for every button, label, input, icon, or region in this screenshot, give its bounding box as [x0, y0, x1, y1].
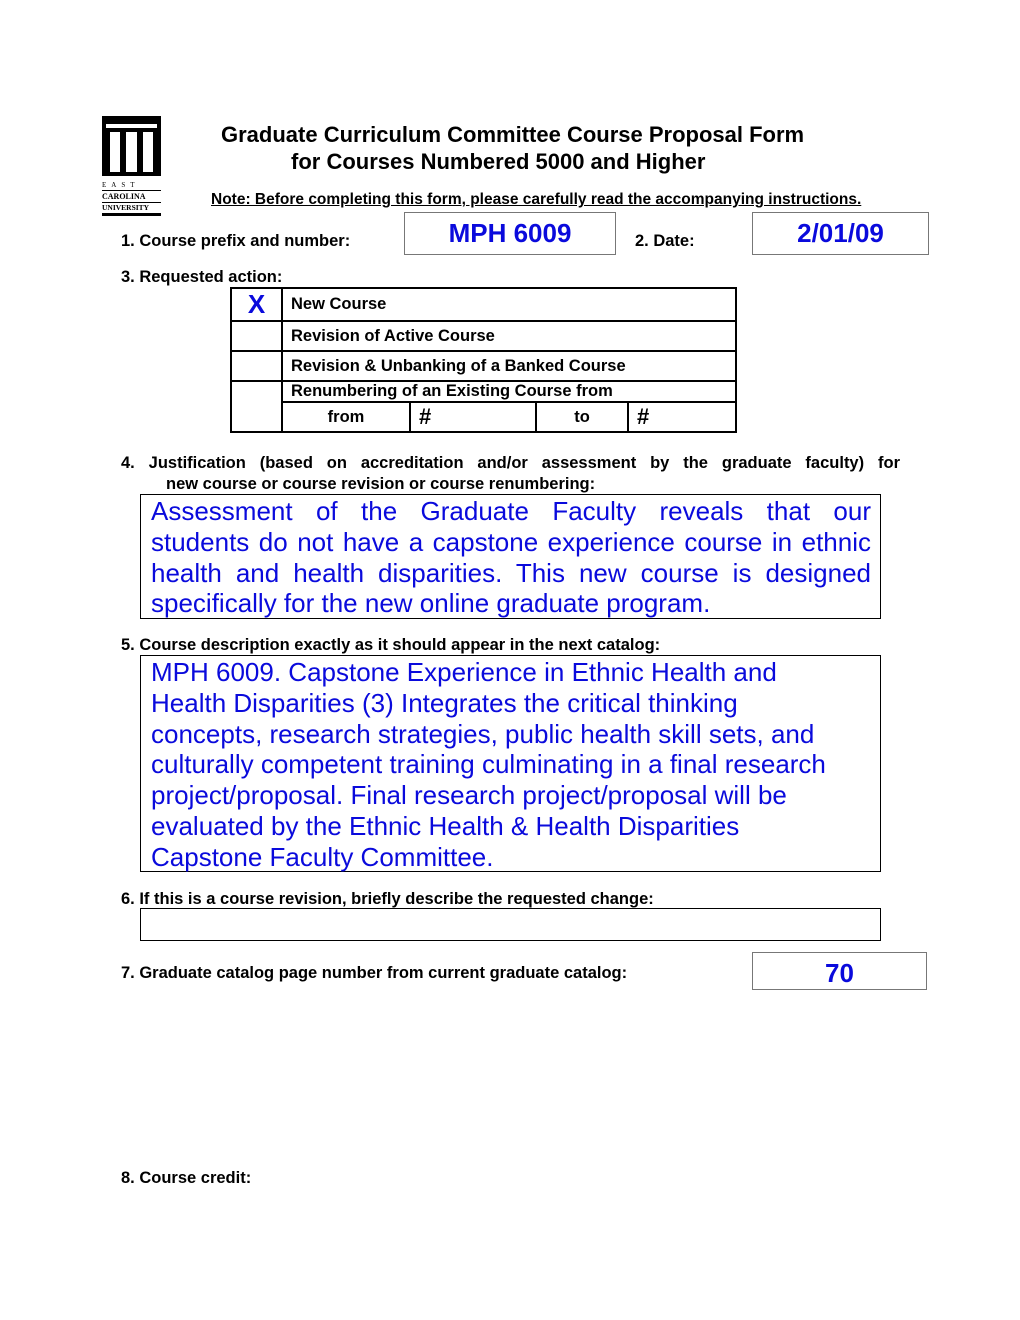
- course-description-label: 5. Course description exactly as it shou…: [121, 636, 661, 654]
- description-text-line: project/proposal. Final research project…: [151, 780, 787, 811]
- description-text-line: Capstone Faculty Committee.: [151, 841, 494, 872]
- revision-change-field[interactable]: [140, 908, 881, 941]
- ecu-logo-mark: [102, 116, 161, 176]
- to-label: to: [535, 401, 629, 433]
- date-label: 2. Date:: [635, 232, 695, 250]
- action-checkbox-revision[interactable]: [230, 320, 283, 352]
- from-label: from: [281, 401, 411, 433]
- action-checkbox-renumbering[interactable]: [230, 380, 283, 433]
- course-prefix-label: 1. Course prefix and number:: [121, 232, 351, 250]
- description-text-line: MPH 6009. Capstone Experience in Ethnic …: [151, 657, 777, 687]
- description-text-line: Health Disparities (3) Integrates the cr…: [151, 687, 738, 718]
- course-description-field[interactable]: MPH 6009. Capstone Experience in Ethnic …: [140, 655, 881, 872]
- justification-text-line: specifically for the new online graduate…: [151, 588, 711, 619]
- form-title: Graduate Curriculum Committee Course Pro…: [221, 122, 805, 147]
- action-checkbox-new-course[interactable]: X: [230, 287, 283, 322]
- to-number-field[interactable]: #: [627, 401, 737, 433]
- action-row-revision: Revision of Active Course: [230, 320, 737, 352]
- requested-action-label: 3. Requested action:: [121, 268, 283, 286]
- action-checkbox-unbanking[interactable]: [230, 350, 283, 382]
- action-label-unbanking: Revision & Unbanking of a Banked Course: [281, 350, 737, 382]
- description-text-line: concepts, research strategies, public he…: [151, 718, 815, 749]
- action-label-renumbering: Renumbering of an Existing Course from: [281, 380, 737, 403]
- action-label-new-course: New Course: [281, 287, 737, 322]
- action-row-new-course: X New Course: [230, 287, 737, 322]
- justification-label: 4. Justification (based on accreditation…: [121, 454, 900, 472]
- instructions-note[interactable]: Note: Before completing this form, pleas…: [211, 191, 861, 209]
- form-page: { "logo": {"text": "EAST CAROLINA UNIVER…: [0, 0, 1020, 1320]
- requested-action-table: X New Course Revision of Active Course R…: [230, 287, 737, 433]
- renumbering-row: from # to #: [231, 401, 737, 433]
- revision-change-label: 6. If this is a course revision, briefly…: [121, 890, 654, 908]
- catalog-page-field[interactable]: 70: [752, 952, 927, 990]
- justification-text-line: students do not have a capstone experien…: [151, 526, 871, 557]
- course-credit-label: 8. Course credit:: [121, 1169, 252, 1187]
- description-text-line: evaluated by the Ethnic Health & Health …: [151, 810, 740, 841]
- form-subtitle: for Courses Numbered 5000 and Higher: [291, 149, 706, 174]
- from-number-field[interactable]: #: [409, 401, 537, 433]
- justification-field[interactable]: Assessment of the Graduate Faculty revea…: [140, 494, 881, 619]
- action-row-unbanking: Revision & Unbanking of a Banked Course: [230, 350, 737, 382]
- date-field[interactable]: 2/01/09: [752, 212, 929, 255]
- course-prefix-field[interactable]: MPH 6009: [404, 212, 616, 255]
- action-row-renumbering: Renumbering of an Existing Course from: [230, 380, 737, 433]
- justification-text-line: health and health disparities. This new …: [151, 557, 871, 588]
- description-text-line: culturally competent training culminatin…: [151, 749, 826, 780]
- catalog-page-label: 7. Graduate catalog page number from cur…: [121, 964, 628, 982]
- justification-label-cont: new course or course revision or course …: [166, 475, 596, 493]
- ecu-logo: EAST CAROLINA UNIVERSITY: [102, 116, 161, 216]
- justification-text-line: Assessment of the Graduate Faculty revea…: [151, 496, 871, 526]
- action-label-revision: Revision of Active Course: [281, 320, 737, 352]
